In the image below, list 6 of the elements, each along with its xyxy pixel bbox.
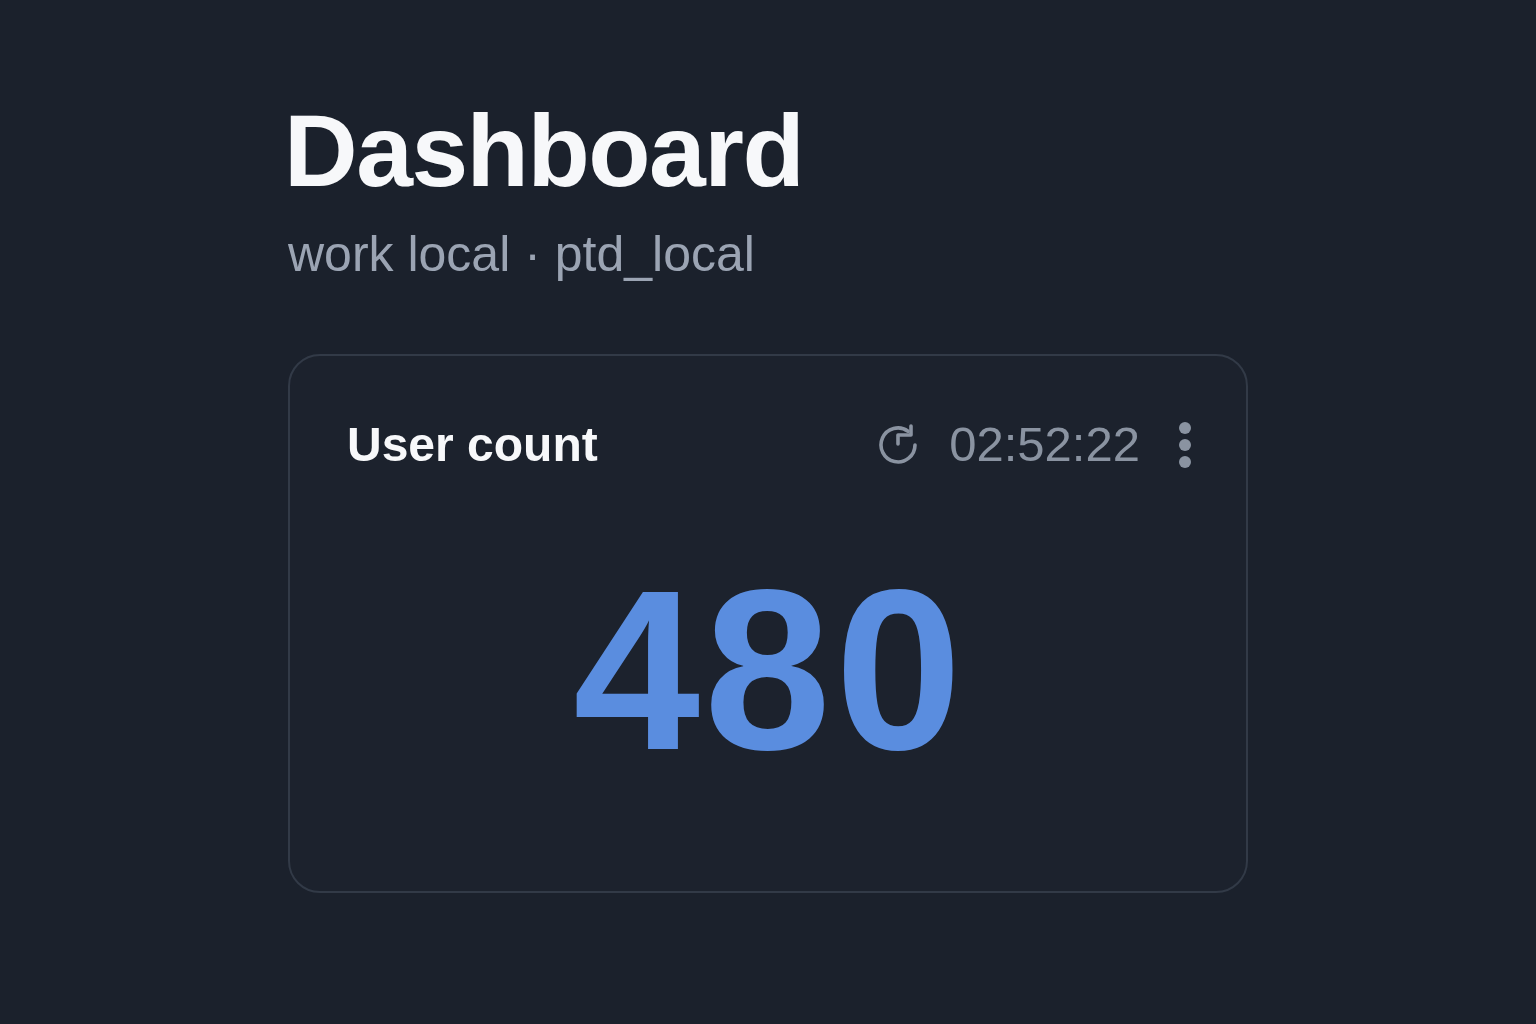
card-title: User count <box>347 418 598 472</box>
refresh-time: 02:52:22 <box>949 418 1140 473</box>
page-subtitle: work local · ptd_local <box>287 225 755 285</box>
page-title: Dashboard <box>284 93 804 210</box>
stat-value: 480 <box>573 556 966 785</box>
more-options-icon[interactable] <box>1178 422 1192 469</box>
